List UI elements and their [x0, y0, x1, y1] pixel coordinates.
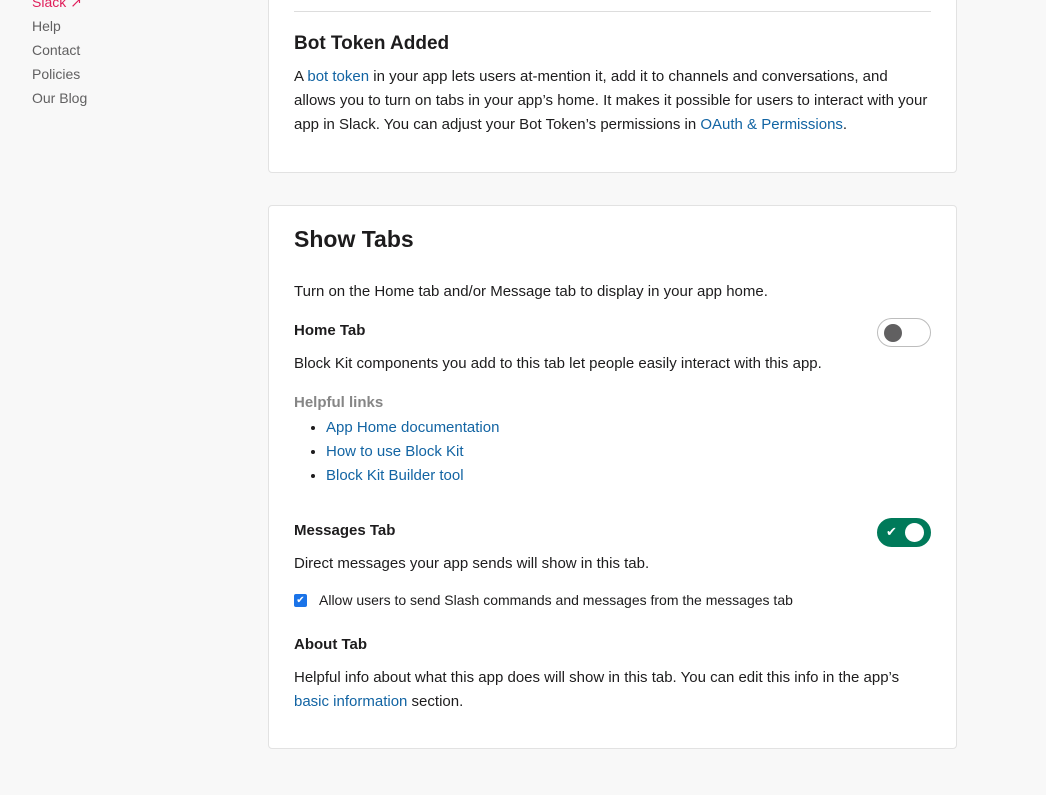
section-divider — [294, 11, 931, 12]
slash-commands-checkbox[interactable]: ✔ — [294, 593, 307, 607]
sidebar-link-help[interactable]: Help — [32, 14, 232, 38]
about-tab-label: About Tab — [294, 636, 368, 653]
checkmark-icon: ✔ — [296, 594, 305, 606]
bot-token-text-a: A — [294, 68, 308, 85]
messages-tab-label: Messages Tab — [294, 522, 396, 539]
oauth-permissions-link[interactable]: OAuth & Permissions — [700, 116, 843, 133]
show-tabs-title: Show Tabs — [294, 226, 414, 252]
helpful-links-heading: Helpful links — [294, 394, 384, 411]
helpful-links-list: App Home documentation How to use Block … — [326, 416, 499, 488]
list-item: How to use Block Kit — [326, 440, 499, 464]
slash-commands-checkbox-label[interactable]: Allow users to send Slash commands and m… — [319, 592, 793, 608]
list-item: Block Kit Builder tool — [326, 464, 499, 488]
sidebar-nav: Slack ↗ Help Contact Policies Our Blog — [32, 0, 232, 110]
bot-token-title: Bot Token Added — [294, 33, 450, 54]
toggle-knob — [884, 324, 902, 342]
about-text-b: section. — [407, 693, 464, 710]
slash-commands-option: ✔ Allow users to send Slash commands and… — [294, 592, 793, 608]
messages-tab-description: Direct messages your app sends will show… — [294, 555, 650, 572]
sidebar-link-slack[interactable]: Slack ↗ — [32, 0, 232, 14]
home-tab-description: Block Kit components you add to this tab… — [294, 355, 822, 372]
basic-information-link[interactable]: basic information — [294, 693, 407, 710]
about-text-a: Helpful info about what this app does wi… — [294, 669, 900, 686]
home-tab-label: Home Tab — [294, 322, 366, 339]
show-tabs-intro: Turn on the Home tab and/or Message tab … — [294, 283, 768, 300]
bot-token-description: A bot token in your app lets users at-me… — [294, 65, 931, 137]
check-icon: ✔ — [886, 524, 897, 539]
bot-token-link[interactable]: bot token — [307, 68, 369, 85]
bot-token-text-c: . — [842, 116, 848, 133]
list-item: App Home documentation — [326, 416, 499, 440]
bot-token-card: Bot Token Added A bot token in your app … — [268, 0, 957, 173]
block-kit-builder-link[interactable]: Block Kit Builder tool — [326, 467, 464, 484]
sidebar-link-policies[interactable]: Policies — [32, 62, 232, 86]
about-tab-description: Helpful info about what this app does wi… — [294, 666, 931, 714]
show-tabs-card: Show Tabs Turn on the Home tab and/or Me… — [268, 205, 957, 749]
sidebar-link-blog[interactable]: Our Blog — [32, 86, 232, 110]
app-home-docs-link[interactable]: App Home documentation — [326, 419, 499, 436]
toggle-knob — [905, 523, 924, 542]
messages-tab-toggle[interactable]: ✔ — [877, 518, 931, 547]
block-kit-howto-link[interactable]: How to use Block Kit — [326, 443, 464, 460]
sidebar-link-contact[interactable]: Contact — [32, 38, 232, 62]
home-tab-toggle[interactable] — [877, 318, 931, 347]
